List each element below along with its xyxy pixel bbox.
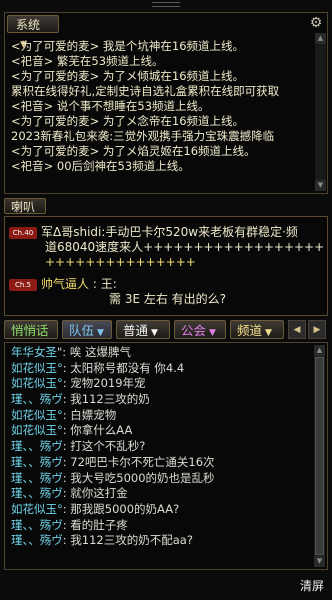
- chat-sender[interactable]: 瑾、、殇ヴ: [11, 486, 63, 500]
- system-message: <为了可爱的麦> 为了メ倾城在16频道上线。: [11, 69, 245, 83]
- chat-text: : 我大号吃5000的奶也是乱秒: [62, 470, 215, 485]
- tab-team[interactable]: 队伍 ▼: [62, 320, 112, 339]
- chat-message: 年华女圣": 唉 这爆脾气: [11, 345, 311, 361]
- chat-sender[interactable]: 瑾、、殇ヴ: [11, 455, 63, 469]
- chat-message: 瑾、、殇ヴ: 看的肚子疼: [11, 518, 311, 534]
- horn-message-line: 军Δ哥shidi:手动巴卡尔520w来老板有群稳定·频: [41, 225, 298, 239]
- chat-message: 瑾、、殇ヴ: 我112三攻的奶不配aa?: [11, 533, 311, 549]
- tab-normal-label: 普通: [123, 323, 149, 338]
- chat-sender[interactable]: 如花似玉°: [11, 502, 63, 516]
- system-message: <祀音> 繁芜在53频道上线。: [11, 54, 164, 68]
- chat-sender[interactable]: 如花似玉°: [11, 408, 63, 422]
- tab-whisper-label: 悄悄话: [11, 323, 49, 338]
- horn-message: Ch.5 帅气逼人 : 王: 需 3E 左右 有出的么?: [9, 277, 323, 307]
- chat-message: 瑾、、殇ヴ: 打这个不乱秒?: [11, 439, 311, 455]
- horn-message-line: +++++++++++++++: [45, 255, 196, 269]
- chat-text: ": 唉 这爆脾气: [57, 345, 131, 359]
- horn-message-panel: Ch.40 军Δ哥shidi:手动巴卡尔520w来老板有群稳定·频 道68040速…: [4, 216, 328, 316]
- chevron-down-icon: ▼: [97, 328, 104, 338]
- horn-message-line: 王:: [100, 277, 117, 291]
- system-scrollbar[interactable]: ▲ ▼: [315, 33, 326, 191]
- scroll-thumb[interactable]: [315, 357, 324, 555]
- grip-icon: [152, 2, 180, 7]
- chat-sender[interactable]: 如花似玉°: [11, 376, 63, 390]
- tab-whisper[interactable]: 悄悄话▼: [4, 320, 58, 357]
- chat-message: 瑾、、殇ヴ: 就你这打金: [11, 486, 311, 502]
- chat-text: : 看的肚子疼: [62, 517, 128, 532]
- chat-message-list: 年华女圣": 唉 这爆脾气 如花似玉°: 太阳称号都没有 你4.4 如花似玉°:…: [11, 345, 311, 549]
- horn-tab-label[interactable]: 喇叭: [4, 198, 46, 214]
- system-message: 2023新春礼包来袭:三觉外观携手强力宝珠震撼降临: [11, 129, 275, 143]
- chat-message: 瑾、、殇ヴ: 我112三攻的奶: [11, 392, 311, 408]
- system-message: <为了可爱的麦> 为了メ念帝在16频道上线。: [11, 114, 245, 128]
- chat-message: 如花似玉°: 太阳称号都没有 你4.4: [11, 361, 311, 377]
- system-message: 累积在线得好礼,定制史诗自选礼盒累积在线即可获取: [11, 84, 280, 98]
- chat-text: : 宠物2019年宠: [62, 376, 146, 391]
- horn-message-line: 需 3E 左右 有出的么?: [109, 292, 227, 306]
- horn-message-line: 道68040速度来人+++++++++++++++++++++++++: [45, 240, 323, 254]
- chat-text: : 72吧巴卡尔不死亡通关16次: [62, 454, 215, 469]
- chat-sender[interactable]: 年华女圣: [11, 345, 57, 359]
- system-dropdown-button[interactable]: 系统▼: [7, 15, 59, 50]
- chat-text: : 我112三攻的奶不配aa?: [62, 533, 193, 548]
- chat-channel-tabs: 悄悄话▼ 队伍▼ 普通▼ 公会▼ 频道▼ ◀ ▶: [4, 320, 328, 357]
- tab-guild-label: 公会: [181, 323, 207, 338]
- chat-message: 如花似玉°: 宠物2019年宠: [11, 376, 311, 392]
- chat-message: 如花似玉°: 那我跟5000的奶AA?: [11, 502, 311, 518]
- chat-message: 如花似玉°: 白嫖宠物: [11, 408, 311, 424]
- chat-sender[interactable]: 瑾、、殇ヴ: [11, 392, 63, 406]
- chat-message: 如花似玉°: 你拿什么AA: [11, 423, 311, 439]
- sender-name[interactable]: 帅气逼人: [41, 277, 89, 291]
- window-drag-handle[interactable]: [0, 0, 332, 8]
- chat-text: : 打这个不乱秒?: [62, 439, 146, 454]
- tab-next-icon[interactable]: ▶: [308, 320, 326, 339]
- scroll-up-icon[interactable]: ▲: [315, 33, 326, 44]
- chevron-down-icon: ▼: [265, 328, 272, 338]
- system-dropdown-label: 系统: [16, 18, 41, 32]
- tab-prev-icon[interactable]: ◀: [288, 320, 306, 339]
- chat-sender[interactable]: 如花似玉°: [11, 361, 63, 375]
- chat-text: : 你拿什么AA: [62, 423, 133, 438]
- chat-message: 瑾、、殇ヴ: 我大号吃5000的奶也是乱秒: [11, 471, 311, 487]
- chat-sender[interactable]: 瑾、、殇ヴ: [11, 439, 63, 453]
- chat-sender[interactable]: 瑾、、殇ヴ: [11, 533, 63, 547]
- tab-channel-label: 频道: [237, 323, 263, 338]
- scroll-up-icon[interactable]: ▲: [314, 345, 325, 356]
- tab-channel[interactable]: 频道 ▼: [230, 320, 284, 339]
- horn-message-colon: :: [92, 277, 97, 291]
- channel-badge: Ch.5: [9, 278, 37, 291]
- tab-team-label: 队伍: [69, 323, 95, 338]
- system-message: <祀音> 00后剑神在53频道上线。: [11, 159, 190, 173]
- tab-normal[interactable]: 普通 ▼: [116, 320, 170, 339]
- chat-sender[interactable]: 瑾、、殇ヴ: [11, 518, 63, 532]
- system-message: <祀音> 说个事不想睡在53频道上线。: [11, 99, 210, 113]
- channel-badge: Ch.40: [9, 226, 37, 239]
- scroll-down-icon[interactable]: ▼: [314, 556, 325, 567]
- gear-icon[interactable]: ⚙: [308, 15, 324, 31]
- scroll-down-icon[interactable]: ▼: [315, 180, 326, 191]
- chat-sender[interactable]: 如花似玉°: [11, 423, 63, 437]
- chat-scrollbar[interactable]: ▲ ▼: [314, 345, 325, 567]
- chevron-down-icon: ▼: [151, 328, 158, 338]
- system-message-list: <为了可爱的麦> 我是个坑神在16频道上线。 <祀音> 繁芜在53频道上线。 <…: [11, 39, 313, 174]
- system-message: <为了可爱的麦> 为了メ焰灵姬在16频道上线。: [11, 144, 256, 158]
- chat-message-panel: 年华女圣": 唉 这爆脾气 如花似玉°: 太阳称号都没有 你4.4 如花似玉°:…: [4, 342, 328, 570]
- chat-text: : 太阳称号都没有 你4.4: [62, 360, 185, 375]
- chevron-down-icon: ▼: [209, 328, 216, 338]
- chat-text: : 那我跟5000的奶AA?: [62, 501, 180, 516]
- chat-text: : 就你这打金: [62, 486, 128, 501]
- system-message: <为了可爱的麦> 我是个坑神在16频道上线。: [11, 39, 245, 53]
- chat-message: 瑾、、殇ヴ: 72吧巴卡尔不死亡通关16次: [11, 455, 311, 471]
- chat-text: : 白嫖宠物: [62, 407, 117, 422]
- horn-message: Ch.40 军Δ哥shidi:手动巴卡尔520w来老板有群稳定·频 道68040速…: [9, 225, 323, 270]
- tab-guild[interactable]: 公会 ▼: [174, 320, 226, 339]
- system-message-panel: 系统▼ ⚙ <为了可爱的麦> 我是个坑神在16频道上线。 <祀音> 繁芜在53频…: [4, 12, 328, 194]
- clear-screen-button[interactable]: 清屏: [300, 577, 324, 594]
- chat-sender[interactable]: 瑾、、殇ヴ: [11, 471, 63, 485]
- chat-text: : 我112三攻的奶: [62, 392, 150, 407]
